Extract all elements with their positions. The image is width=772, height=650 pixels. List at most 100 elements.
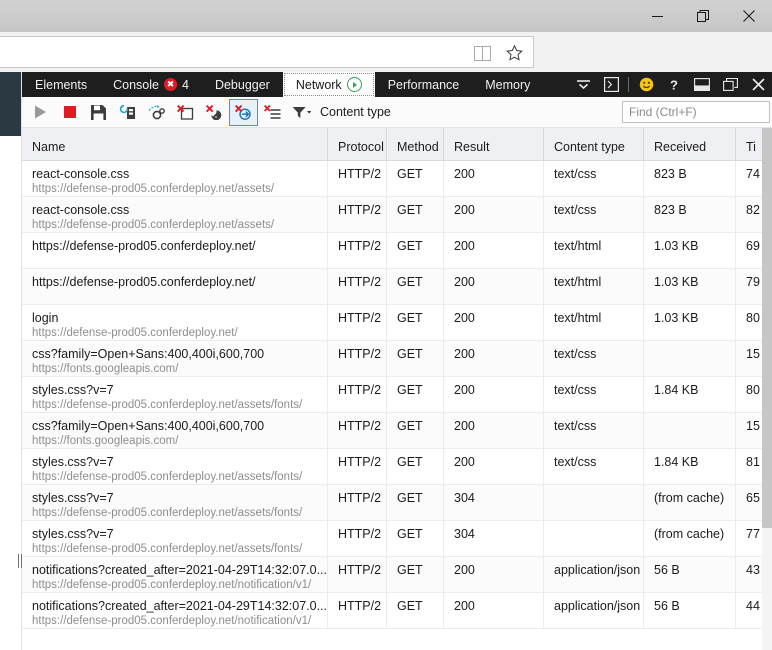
request-url: https://fonts.googleapis.com/ <box>32 363 179 375</box>
table-row[interactable]: https://defense-prod05.conferdeploy.net/… <box>22 269 772 305</box>
table-row[interactable]: styles.css?v=7 https://defense-prod05.con… <box>22 449 772 485</box>
cell-received: 1.84 KB <box>643 377 735 412</box>
cell-method: GET <box>386 413 443 448</box>
column-header-name[interactable]: Name <box>22 128 327 160</box>
summary-view-icon[interactable] <box>258 99 287 126</box>
cell-name: react-console.css https://defense-prod05.… <box>22 161 327 196</box>
cell-content-type: application/json <box>543 557 643 592</box>
request-name: login <box>32 311 59 325</box>
cell-received: (from cache) <box>643 521 735 556</box>
cell-received: (from cache) <box>643 485 735 520</box>
cell-content-type: text/html <box>543 305 643 340</box>
address-bar[interactable] <box>0 36 534 68</box>
tab-memory[interactable]: Memory <box>472 72 543 97</box>
cell-result: 200 <box>443 341 543 376</box>
cell-received: 823 B <box>643 161 735 196</box>
cell-content-type: text/css <box>543 197 643 232</box>
undock-icon[interactable] <box>716 72 744 97</box>
grid-rows: react-console.css https://defense-prod05.… <box>22 161 772 629</box>
error-badge-icon: ✖ <box>163 78 177 91</box>
column-header-result[interactable]: Result <box>443 128 543 160</box>
table-row[interactable]: notifications?created_after=2021-04-29T1… <box>22 557 772 593</box>
help-icon[interactable]: ? <box>660 72 688 97</box>
request-url: https://defense-prod05.conferdeploy.net/… <box>32 543 303 555</box>
cell-result: 304 <box>443 521 543 556</box>
request-url: https://defense-prod05.conferdeploy.net/… <box>32 471 303 483</box>
column-header-method[interactable]: Method <box>386 128 443 160</box>
import-session-icon[interactable] <box>113 99 142 126</box>
restore-button[interactable] <box>680 0 726 32</box>
cell-content-type: text/css <box>543 161 643 196</box>
minimize-button[interactable] <box>634 0 680 32</box>
browser-window: Elements Console ✖ 4 Debugger Network Pe… <box>0 0 772 650</box>
start-profiling-icon[interactable] <box>26 99 55 126</box>
request-url: https://defense-prod05.conferdeploy.net/ <box>32 327 238 339</box>
filter-icon[interactable] <box>287 99 316 126</box>
cell-method: GET <box>386 377 443 412</box>
tab-network[interactable]: Network <box>282 72 375 97</box>
cell-name: react-console.css https://defense-prod05.… <box>22 197 327 232</box>
cell-result: 200 <box>443 413 543 448</box>
record-green-icon <box>346 77 362 92</box>
cell-protocol: HTTP/2 <box>327 485 386 520</box>
tab-performance[interactable]: Performance <box>375 72 473 97</box>
cell-protocol: HTTP/2 <box>327 233 386 268</box>
table-row[interactable]: react-console.css https://defense-prod05.… <box>22 197 772 233</box>
table-row[interactable]: login https://defense-prod05.conferdeploy… <box>22 305 772 341</box>
feedback-smiley-icon[interactable] <box>632 72 660 97</box>
cell-protocol: HTTP/2 <box>327 341 386 376</box>
cell-name: css?family=Open+Sans:400,400i,600,700 htt… <box>22 413 327 448</box>
tab-elements-label: Elements <box>35 77 88 92</box>
table-row[interactable]: styles.css?v=7 https://defense-prod05.con… <box>22 521 772 557</box>
cell-method: GET <box>386 449 443 484</box>
reading-view-icon[interactable] <box>467 38 497 68</box>
table-row[interactable]: styles.css?v=7 https://defense-prod05.con… <box>22 377 772 413</box>
clear-session-icon[interactable] <box>171 99 200 126</box>
grid-scrollbar-thumb[interactable] <box>762 128 772 528</box>
cell-method: GET <box>386 197 443 232</box>
tab-debugger-label: Debugger <box>214 77 270 92</box>
find-input[interactable]: Find (Ctrl+F) <box>622 101 770 123</box>
grid-vertical-scrollbar[interactable] <box>762 128 772 650</box>
cell-result: 200 <box>443 197 543 232</box>
request-url: https://defense-prod05.conferdeploy.net/… <box>32 399 303 411</box>
stop-profiling-icon[interactable] <box>55 99 84 126</box>
request-name: react-console.css <box>32 167 130 181</box>
tab-network-label: Network <box>295 77 342 92</box>
clear-cache-icon[interactable] <box>229 98 258 126</box>
export-har-icon[interactable] <box>142 99 171 126</box>
table-row[interactable]: css?family=Open+Sans:400,400i,600,700 htt… <box>22 341 772 377</box>
console-drawer-icon[interactable] <box>597 72 625 97</box>
clear-cookies-icon[interactable] <box>200 99 229 126</box>
cell-protocol: HTTP/2 <box>327 413 386 448</box>
column-header-protocol[interactable]: Protocol <box>327 128 386 160</box>
close-icon[interactable] <box>744 72 772 97</box>
cell-result: 200 <box>443 449 543 484</box>
cell-result: 200 <box>443 161 543 196</box>
close-button[interactable] <box>726 0 772 32</box>
request-url: https://defense-prod05.conferdeploy.net/… <box>32 219 275 231</box>
cell-method: GET <box>386 341 443 376</box>
column-header-received[interactable]: Received <box>643 128 735 160</box>
table-row[interactable]: css?family=Open+Sans:400,400i,600,700 htt… <box>22 413 772 449</box>
request-name: notifications?created_after=2021-04-29T1… <box>32 563 327 577</box>
tab-elements[interactable]: Elements <box>22 72 100 97</box>
table-row[interactable]: notifications?created_after=2021-04-29T1… <box>22 593 772 629</box>
dock-to-bottom-icon[interactable] <box>688 72 716 97</box>
cell-received: 1.03 KB <box>643 269 735 304</box>
tab-console[interactable]: Console ✖ 4 <box>100 72 202 97</box>
cell-result: 200 <box>443 305 543 340</box>
chevron-down-icon[interactable] <box>569 72 597 97</box>
cell-received: 1.03 KB <box>643 305 735 340</box>
table-row[interactable]: styles.css?v=7 https://defense-prod05.con… <box>22 485 772 521</box>
cell-received: 1.03 KB <box>643 233 735 268</box>
table-row[interactable]: react-console.css https://defense-prod05.… <box>22 161 772 197</box>
tab-debugger[interactable]: Debugger <box>202 72 283 97</box>
cell-method: GET <box>386 557 443 592</box>
column-header-content-type[interactable]: Content type <box>543 128 643 160</box>
table-row[interactable]: https://defense-prod05.conferdeploy.net/… <box>22 233 772 269</box>
tab-console-label: Console <box>113 77 159 92</box>
favorite-star-icon[interactable] <box>499 38 529 68</box>
save-session-icon[interactable] <box>84 99 113 126</box>
cell-name: https://defense-prod05.conferdeploy.net/ <box>22 269 327 304</box>
